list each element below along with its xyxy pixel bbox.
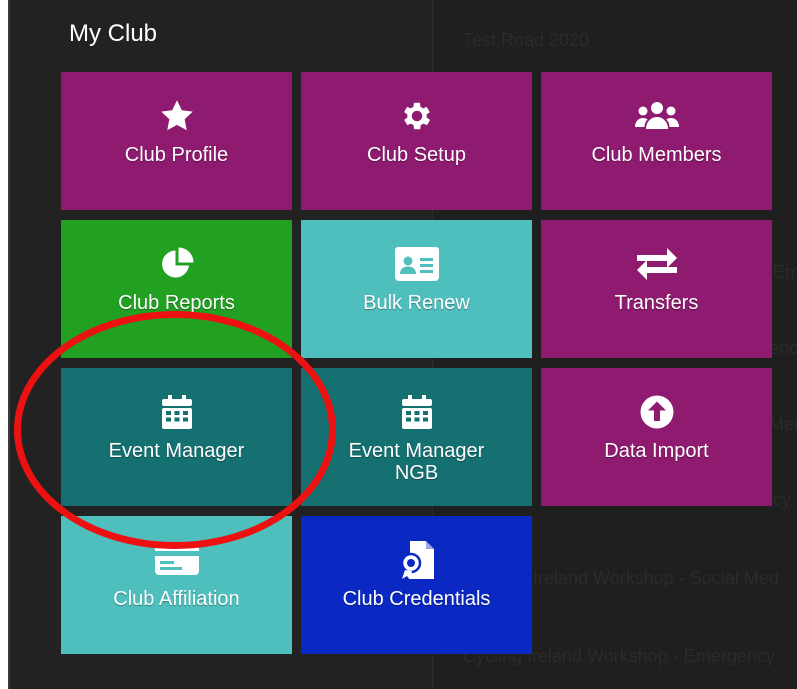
tile-event-manager[interactable]: Event Manager: [61, 368, 292, 506]
gear-icon: [399, 96, 435, 136]
tile-label: Event Manager: [108, 440, 245, 462]
id-card-icon: [394, 244, 439, 284]
tile-label: Club Profile: [124, 144, 229, 166]
tile-label: Data Import: [604, 440, 709, 462]
tile-label: Club Members: [591, 144, 722, 166]
calendar-icon: [161, 392, 192, 432]
tile-club-setup[interactable]: Club Setup: [301, 72, 532, 210]
tile-event-manager-ngb[interactable]: Event Manager NGB: [301, 368, 532, 506]
exchange-arrows-icon: [635, 244, 679, 284]
calendar-icon: [401, 392, 432, 432]
tile-club-members[interactable]: Club Members: [541, 72, 772, 210]
screenshot-frame: Test Road 2020 Em ency Med ency Ireland …: [0, 0, 797, 689]
tile-transfers[interactable]: Transfers: [541, 220, 772, 358]
tile-label: Club Credentials: [342, 588, 491, 610]
users-icon: [634, 96, 680, 136]
tile-club-reports[interactable]: Club Reports: [61, 220, 292, 358]
tile-data-import[interactable]: Data Import: [541, 368, 772, 506]
tile-label: Bulk Renew: [363, 292, 470, 314]
tile-club-affiliation[interactable]: Club Affiliation: [61, 516, 292, 654]
tile-club-credentials[interactable]: Club Credentials: [301, 516, 532, 654]
star-icon: [159, 96, 195, 136]
tile-label: Event Manager NGB: [348, 440, 485, 484]
menu-title: My Club: [69, 20, 158, 47]
pie-chart-icon: [159, 244, 195, 284]
tile-bulk-renew[interactable]: Bulk Renew: [301, 220, 532, 358]
tile-label: Club Reports: [118, 292, 235, 314]
certificate-icon: [400, 540, 434, 580]
tile-label: Club Affiliation: [113, 588, 240, 610]
tile-club-profile[interactable]: Club Profile: [61, 72, 292, 210]
tile-label: Transfers: [614, 292, 699, 314]
tile-label: Club Setup: [367, 144, 466, 166]
upload-circle-icon: [639, 392, 675, 432]
id-card-icon: [154, 540, 199, 580]
